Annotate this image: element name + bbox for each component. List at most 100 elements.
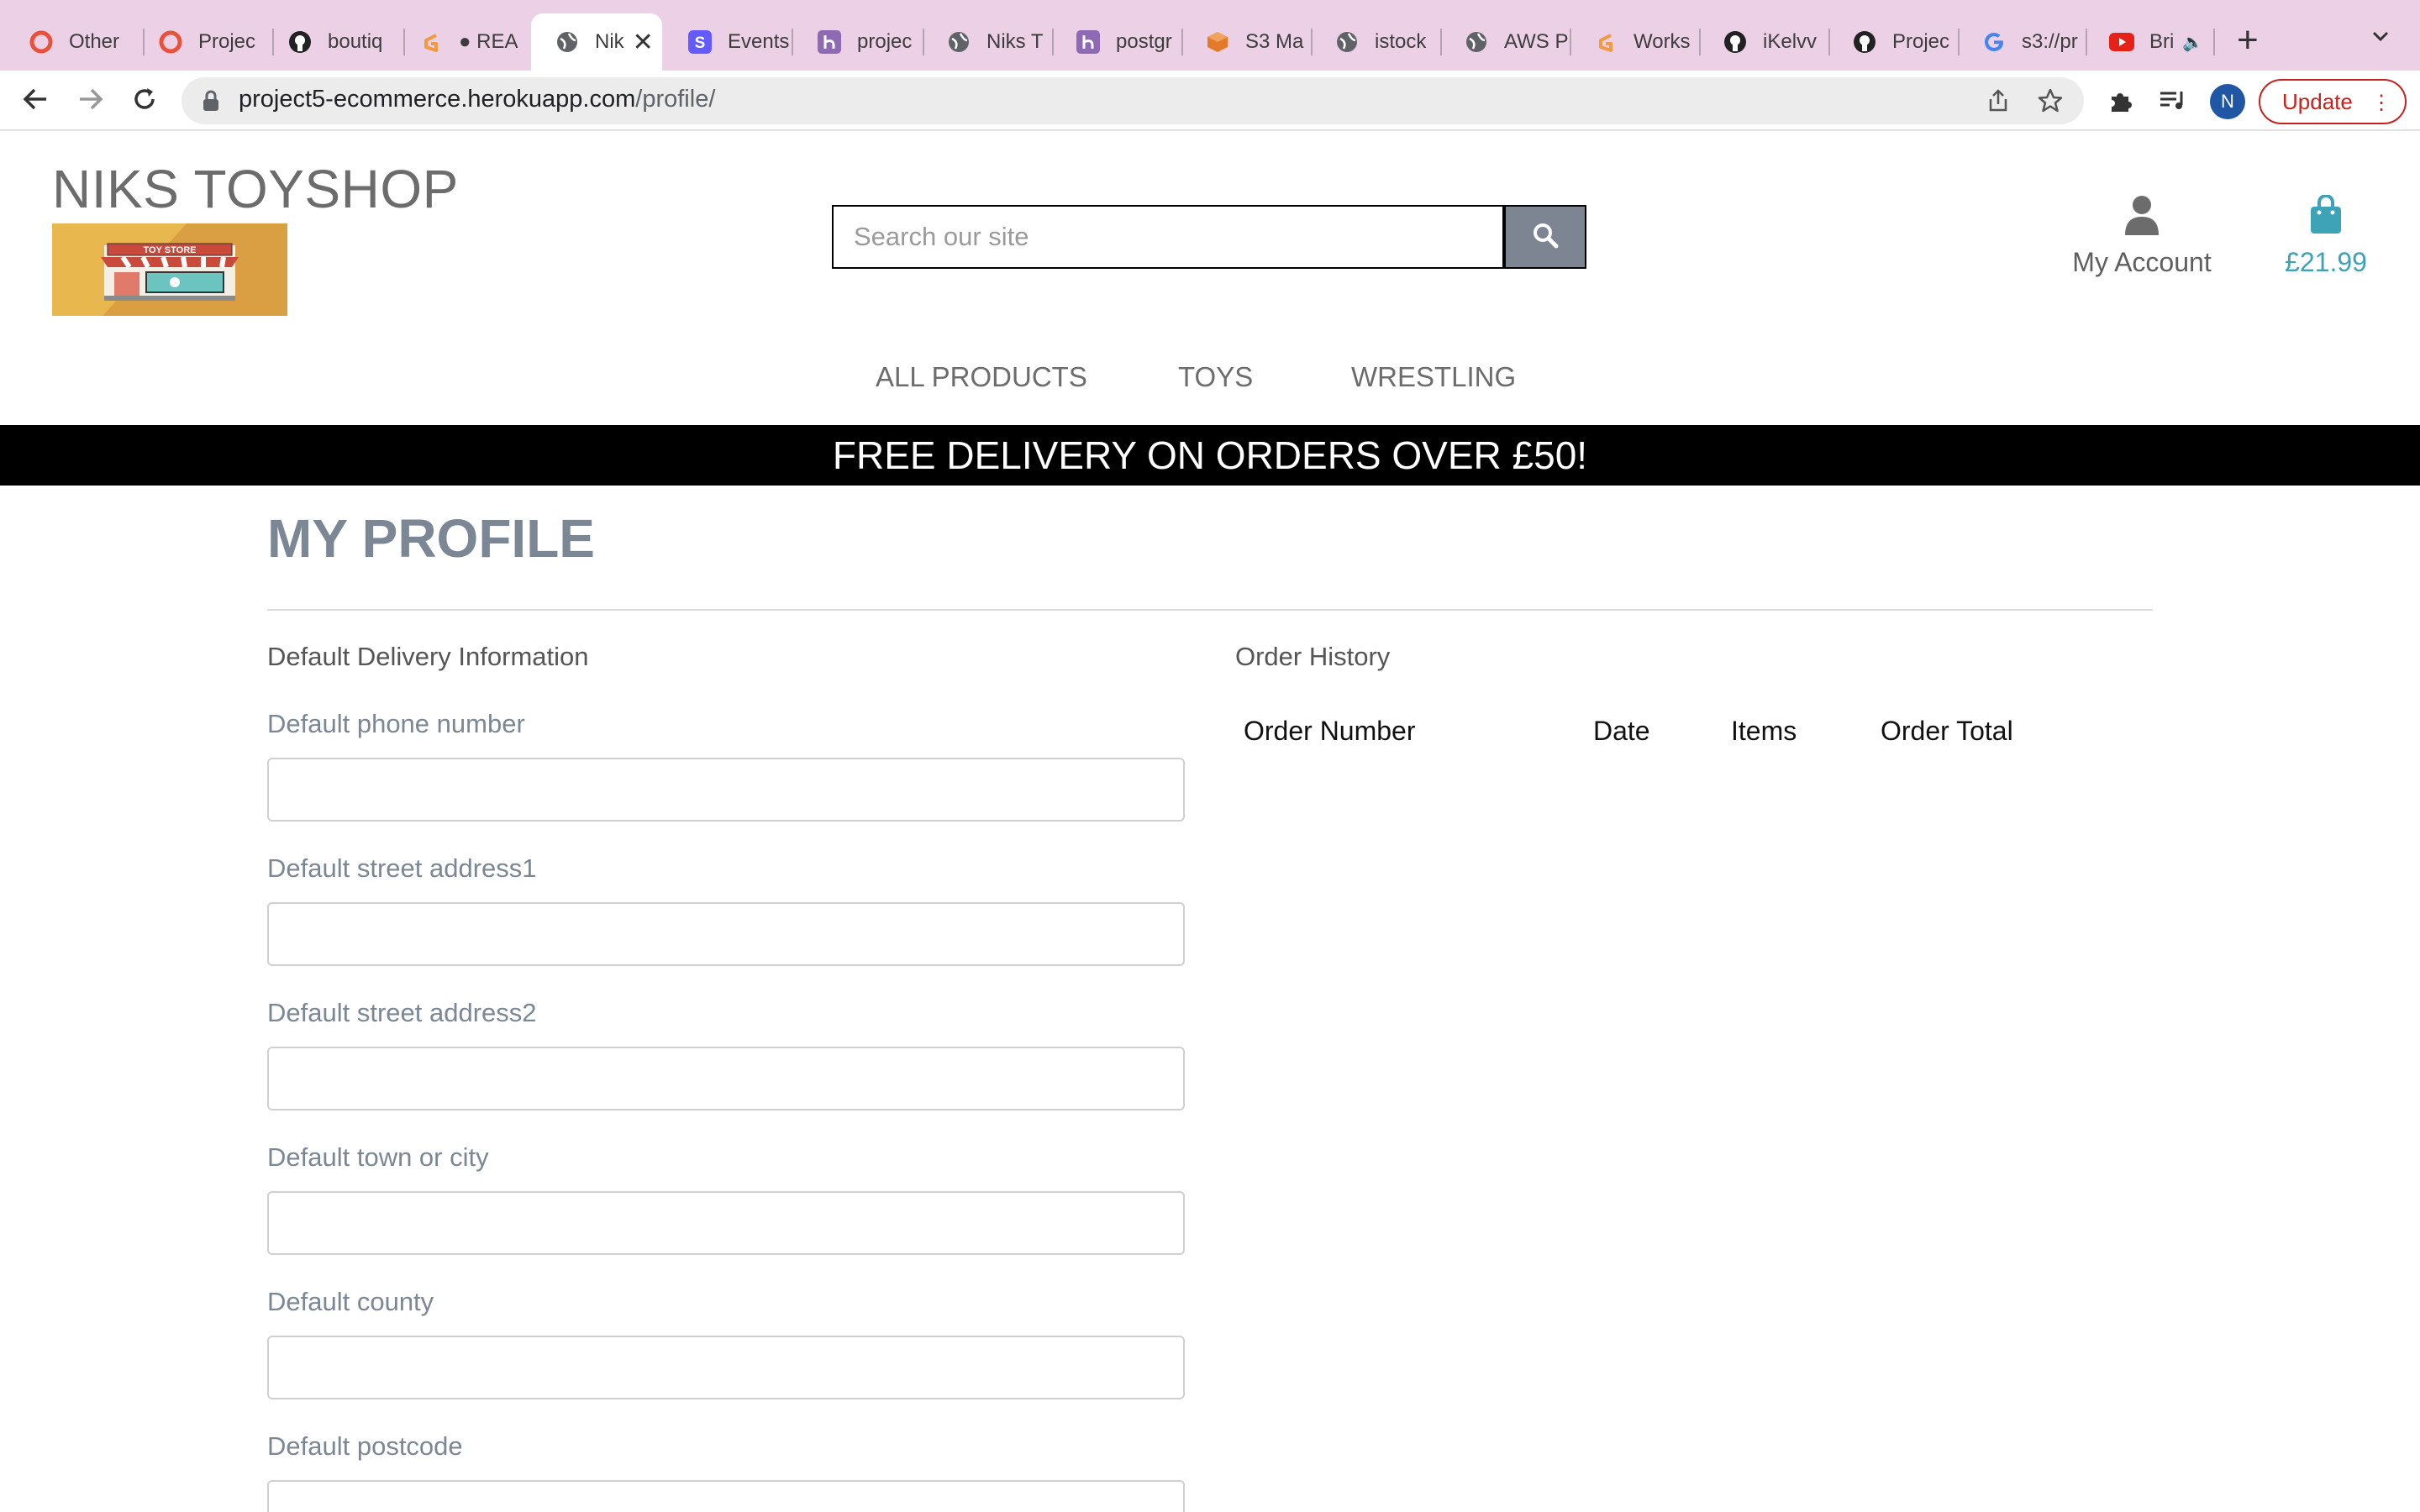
stripe-icon: S xyxy=(687,29,713,55)
street-address2-label: Default street address2 xyxy=(267,998,537,1027)
tab-label: Events xyxy=(728,30,790,53)
town-or-city-label: Default town or city xyxy=(267,1142,489,1172)
browser-tab[interactable]: Projec xyxy=(134,15,260,69)
nav-wrestling[interactable]: WRESTLING xyxy=(1351,361,1516,393)
browser-tab-active[interactable]: Nik ✕ xyxy=(531,13,662,71)
reload-icon[interactable] xyxy=(126,81,163,118)
delivery-banner: FREE DELIVERY ON ORDERS OVER £50! xyxy=(0,425,2420,486)
browser-toolbar: project5-ecommerce.herokuapp.com/profile… xyxy=(0,71,2420,131)
tab-label: projec xyxy=(857,30,913,53)
update-label: Update xyxy=(2282,88,2353,114)
browser-tab[interactable]: AWS P xyxy=(1440,15,1570,69)
browser-tab[interactable]: S3 Ma xyxy=(1181,15,1311,69)
browser-tab[interactable]: boutiq xyxy=(264,15,392,69)
url-host: project5-ecommerce.herokuapp.com xyxy=(239,86,636,113)
nav-all-products[interactable]: ALL PRODUCTS xyxy=(876,361,1087,393)
browser-tab[interactable]: ● REA xyxy=(395,15,521,69)
tab-label: iKelvv xyxy=(1763,30,1818,53)
browser-tab-strip: Other Projec boutiq ● REA Nik ✕ S Events… xyxy=(0,0,2420,71)
heroku-icon xyxy=(817,29,842,55)
gitpod-icon xyxy=(418,29,444,55)
browser-tab[interactable]: s3://pr xyxy=(1958,15,2086,69)
google-icon xyxy=(1981,29,2007,55)
github-icon xyxy=(1723,29,1748,55)
section-divider xyxy=(267,609,2153,611)
street-address1-field xyxy=(267,902,1185,966)
tab-label: Projec xyxy=(1892,30,1950,53)
aws-s3-icon xyxy=(1205,29,1230,55)
profile-avatar[interactable]: N xyxy=(2210,84,2245,119)
star-bookmark-icon[interactable] xyxy=(2035,86,2065,116)
share-icon[interactable] xyxy=(1983,86,2013,116)
street-address2-input[interactable] xyxy=(269,1048,1183,1109)
heroku-icon xyxy=(1076,29,1101,55)
new-tab-plus-icon[interactable]: + xyxy=(2237,22,2259,59)
column-items: Items xyxy=(1731,716,1797,746)
search-button[interactable] xyxy=(1504,205,1586,269)
browser-tab[interactable]: Works xyxy=(1570,15,1701,69)
opera-icon xyxy=(29,29,54,55)
update-button[interactable]: Update ⋮ xyxy=(2259,79,2407,124)
kebab-menu-icon[interactable]: ⋮ xyxy=(2371,91,2391,115)
browser-tab[interactable]: S Events xyxy=(664,15,790,69)
my-account-label: My Account xyxy=(2072,247,2212,277)
column-order-number: Order Number xyxy=(1244,716,1416,746)
extensions-puzzle-icon[interactable] xyxy=(2104,84,2138,118)
my-account-link[interactable]: My Account xyxy=(2065,195,2218,278)
toy-store-logo[interactable]: TOY STORE xyxy=(52,223,287,316)
browser-tab[interactable]: Niks T xyxy=(923,15,1054,69)
close-icon[interactable]: ✕ xyxy=(633,28,654,57)
street-address2-field xyxy=(267,1047,1185,1110)
browser-tab[interactable]: Bri 🔈 xyxy=(2086,15,2212,69)
order-history-heading: Order History xyxy=(1235,642,1391,671)
browser-tab[interactable]: istock xyxy=(1311,15,1440,69)
site-brand-title[interactable]: NIKS TOYSHOP xyxy=(52,158,459,220)
postcode-input[interactable] xyxy=(269,1482,1183,1512)
phone-number-label: Default phone number xyxy=(267,709,525,738)
county-label: Default county xyxy=(267,1287,434,1316)
phone-number-field xyxy=(267,758,1185,822)
tab-label: Other xyxy=(69,30,120,53)
phone-number-input[interactable] xyxy=(269,759,1183,820)
url-text: project5-ecommerce.herokuapp.com/profile… xyxy=(239,86,715,113)
county-input[interactable] xyxy=(269,1337,1183,1398)
youtube-icon xyxy=(2109,29,2134,55)
browser-tab[interactable]: postgr xyxy=(1052,15,1181,69)
tab-label: AWS P xyxy=(1504,30,1569,53)
globe-icon xyxy=(1334,29,1360,55)
page-title: MY PROFILE xyxy=(267,508,595,569)
gitpod-icon xyxy=(1593,29,1618,55)
town-or-city-field xyxy=(267,1191,1185,1255)
tab-label: Bri xyxy=(2149,30,2175,53)
postcode-field xyxy=(267,1480,1185,1512)
town-or-city-input[interactable] xyxy=(269,1193,1183,1253)
globe-icon xyxy=(1464,29,1489,55)
street-address1-input[interactable] xyxy=(269,904,1183,964)
search-input[interactable] xyxy=(834,207,1502,267)
tab-label: boutiq xyxy=(328,30,383,53)
street-address1-label: Default street address1 xyxy=(267,853,537,883)
site-search-box xyxy=(832,205,1504,269)
delivery-info-heading: Default Delivery Information xyxy=(267,642,589,671)
tab-label: S3 Ma xyxy=(1245,30,1304,53)
tab-label: Niks T xyxy=(986,30,1044,53)
browser-tab[interactable]: projec xyxy=(793,15,923,69)
shopping-bag-link[interactable]: £21.99 xyxy=(2281,195,2371,278)
github-icon xyxy=(1852,29,1877,55)
browser-tab[interactable]: Other xyxy=(5,15,131,69)
tab-label: Works xyxy=(1634,30,1691,53)
forward-arrow-icon[interactable] xyxy=(72,81,109,118)
globe-icon xyxy=(555,29,580,55)
tab-label: Projec xyxy=(198,30,256,53)
nav-toys[interactable]: TOYS xyxy=(1178,361,1253,393)
back-arrow-icon[interactable] xyxy=(17,81,54,118)
chevron-down-icon[interactable] xyxy=(2370,25,2391,53)
browser-tab[interactable]: Projec xyxy=(1828,15,1958,69)
tab-label: istock xyxy=(1375,30,1427,53)
browser-tab[interactable]: iKelvv xyxy=(1699,15,1830,69)
speaker-icon[interactable]: 🔈 xyxy=(2182,32,2203,53)
column-order-total: Order Total xyxy=(1881,716,2013,746)
media-queue-icon[interactable] xyxy=(2156,84,2190,118)
address-bar[interactable]: project5-ecommerce.herokuapp.com/profile… xyxy=(182,77,2084,124)
tab-label: postgr xyxy=(1116,30,1172,53)
